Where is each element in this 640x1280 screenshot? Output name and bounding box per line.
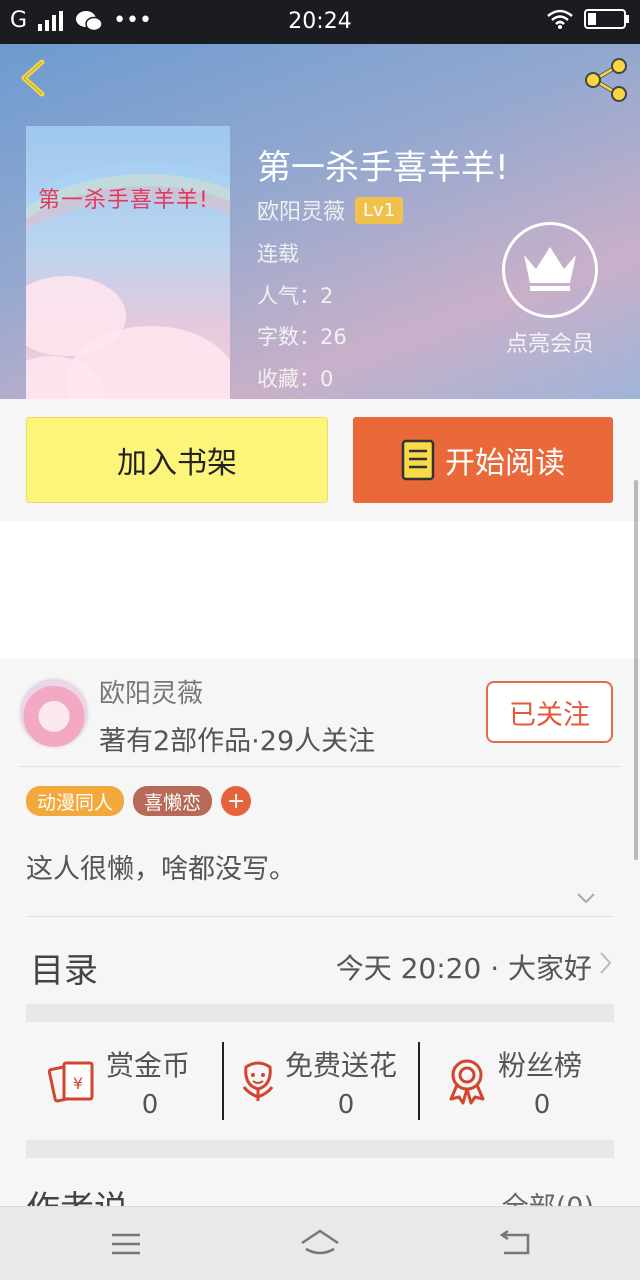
book-word-count: 字数：26 — [257, 325, 347, 349]
system-nav-bar — [0, 1206, 640, 1280]
red-envelope-icon: ¥ — [48, 1061, 94, 1103]
crown-icon — [524, 247, 576, 291]
tag-item[interactable]: 喜懒恋 — [133, 786, 213, 816]
divider — [18, 766, 622, 767]
author-card: 欧阳灵薇 著有2部作品·29人关注 已关注 动漫同人 喜懒恋 + 这人很懒，啥都… — [0, 659, 640, 1280]
reward-label: 赏金币 — [106, 1049, 191, 1082]
author-name[interactable]: 欧阳灵薇 — [257, 194, 345, 226]
reward-count: 0 — [337, 1090, 355, 1120]
reward-label: 免费送花 — [285, 1049, 398, 1082]
book-status: 连载 — [257, 242, 299, 266]
start-reading-button[interactable]: 开始阅读 — [353, 417, 613, 503]
book-header: 第一杀手喜羊羊! 第一杀手喜羊羊! 欧阳灵薇 Lv1 连载 人气：2 字数：26… — [0, 44, 640, 399]
reward-count: 0 — [141, 1090, 159, 1120]
medal-icon — [449, 1059, 485, 1105]
book-popularity: 人气：2 — [257, 284, 334, 308]
clock: 20:24 — [288, 9, 352, 34]
vip-crown-badge — [502, 222, 598, 318]
reward-bar: ¥ 赏金币 0 免费送花 0 粉丝榜 0 — [26, 1024, 614, 1140]
author-card-name[interactable]: 欧阳灵薇 — [99, 673, 203, 710]
menu-icon[interactable] — [104, 1227, 148, 1261]
scrollbar[interactable] — [634, 480, 638, 860]
vip-button[interactable]: 点亮会员 — [500, 222, 600, 358]
latest-chapter: 今天 20:20 · 大家好 — [335, 952, 592, 985]
back-nav-icon[interactable] — [494, 1227, 538, 1261]
start-reading-label: 开始阅读 — [445, 446, 565, 481]
vip-label: 点亮会员 — [505, 332, 594, 357]
reward-gold-button[interactable]: ¥ 赏金币 0 — [26, 1024, 222, 1140]
book-icon — [401, 439, 435, 481]
reward-count: 0 — [533, 1090, 551, 1120]
author-stats: 著有2部作品·29人关注 — [99, 726, 376, 757]
action-bar: 加入书架 开始阅读 — [0, 399, 640, 521]
section-separator — [26, 1140, 614, 1158]
level-badge: Lv1 — [355, 196, 404, 224]
cover-title: 第一杀手喜羊羊! — [38, 188, 209, 213]
toc-title: 目录 — [30, 951, 98, 991]
reward-label: 粉丝榜 — [498, 1049, 583, 1082]
fan-rank-button[interactable]: 粉丝榜 0 — [418, 1024, 614, 1140]
battery-icon — [584, 9, 629, 29]
add-tag-button[interactable]: + — [221, 786, 252, 816]
table-of-contents-row[interactable]: 目录 今天 20:20 · 大家好 — [26, 916, 614, 1006]
follow-button[interactable]: 已关注 — [486, 681, 613, 743]
flower-icon — [242, 1061, 274, 1101]
avatar[interactable] — [18, 677, 90, 749]
add-to-shelf-button[interactable]: 加入书架 — [26, 417, 328, 503]
free-flower-button[interactable]: 免费送花 0 — [222, 1024, 418, 1140]
svg-text:¥: ¥ — [73, 1074, 83, 1093]
back-icon[interactable] — [14, 56, 54, 100]
tag-item[interactable]: 动漫同人 — [26, 786, 125, 816]
wifi-icon — [547, 9, 573, 29]
author-row: 欧阳灵薇 Lv1 — [257, 194, 404, 226]
author-bio: 这人很懒，啥都没写。 — [26, 854, 296, 885]
share-icon[interactable] — [582, 56, 630, 104]
status-bar: G ••• 20:24 — [0, 0, 640, 44]
book-cover[interactable]: 第一杀手喜羊羊! — [26, 126, 230, 399]
chevron-right-icon — [600, 952, 612, 974]
chevron-down-icon[interactable] — [576, 891, 596, 905]
book-title: 第一杀手喜羊羊! — [257, 148, 509, 188]
tag-list: 动漫同人 喜懒恋 + — [26, 786, 252, 816]
blank-area — [0, 521, 640, 659]
home-icon[interactable] — [298, 1227, 342, 1261]
book-favorites: 收藏：0 — [257, 367, 334, 391]
section-separator — [26, 1004, 614, 1022]
